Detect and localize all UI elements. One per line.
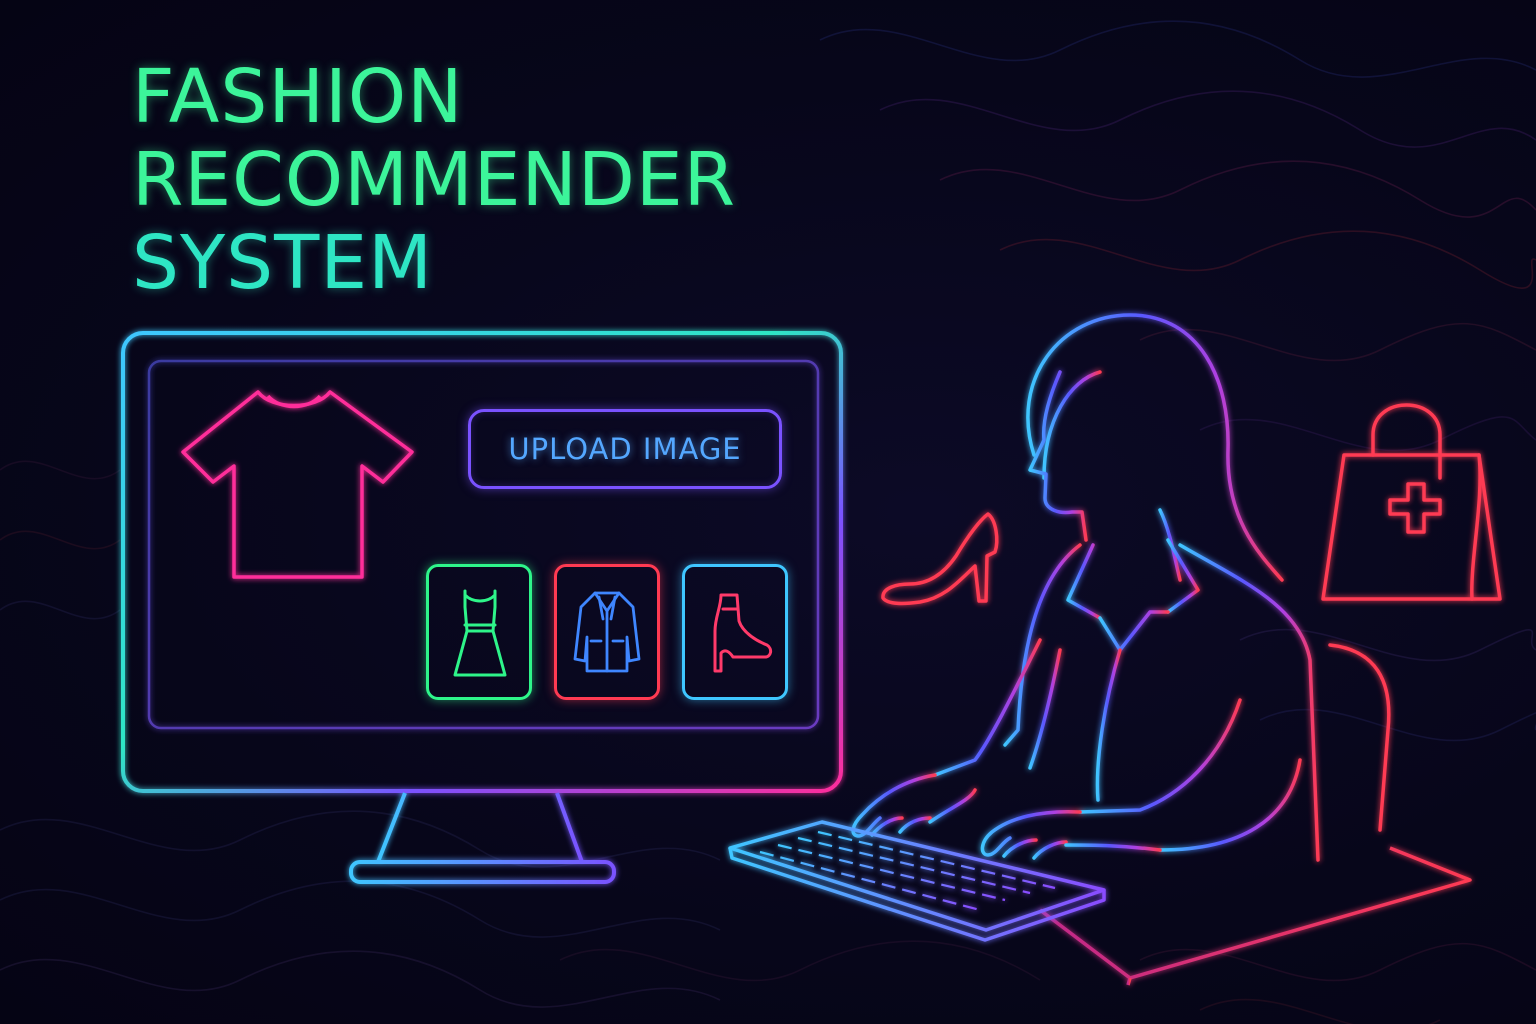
- high-heel-shoe-icon: [881, 512, 999, 606]
- jacket-icon: [573, 591, 641, 673]
- t-shirt-icon: [181, 390, 414, 579]
- upload-image-label: UPLOAD IMAGE: [508, 432, 742, 466]
- recommendation-card-jacket[interactable]: [554, 564, 660, 700]
- chair: [1328, 643, 1391, 832]
- recommendation-card-dress[interactable]: [426, 564, 532, 700]
- recommendation-card-ankle-boot[interactable]: [682, 564, 788, 700]
- ankle-boot-icon: [713, 593, 773, 673]
- description-lines: [192, 622, 384, 663]
- desk: [1038, 846, 1472, 986]
- illustration-scene: [121, 313, 1502, 986]
- poster-canvas: FASHION RECOMMENDER SYSTEM UPLOAD IMAGE: [0, 0, 1536, 1024]
- woman-at-keyboard-illustration: [851, 313, 1320, 862]
- upload-image-button[interactable]: UPLOAD IMAGE: [468, 409, 782, 489]
- dress-icon: [453, 589, 507, 677]
- keyboard: [728, 820, 1106, 942]
- shopping-bag-icon: [1321, 403, 1502, 601]
